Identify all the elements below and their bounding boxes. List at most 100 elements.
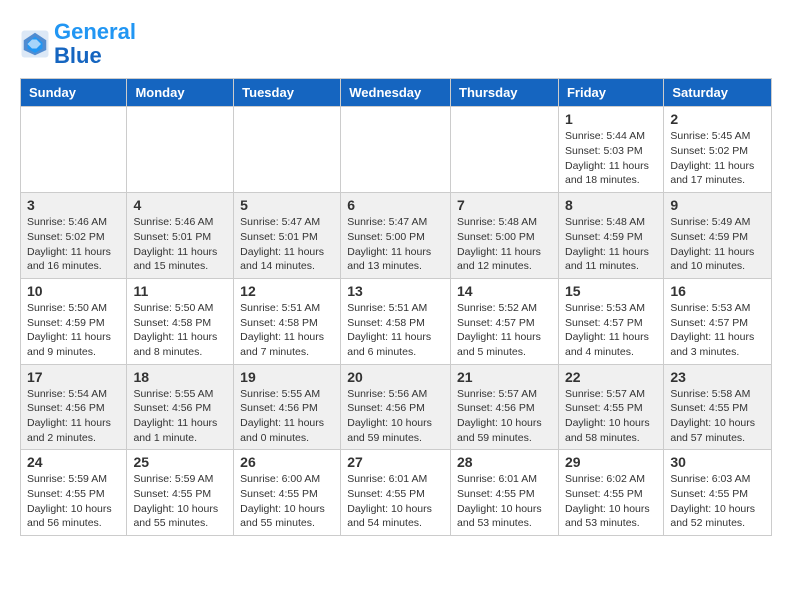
day-number: 27 [347, 454, 444, 470]
day-number: 7 [457, 197, 552, 213]
day-number: 11 [133, 283, 227, 299]
day-number: 24 [27, 454, 120, 470]
day-info: Sunrise: 5:58 AM Sunset: 4:55 PM Dayligh… [670, 387, 765, 446]
calendar-table: SundayMondayTuesdayWednesdayThursdayFrid… [20, 78, 772, 536]
day-number: 23 [670, 369, 765, 385]
calendar-cell: 27 Sunrise: 6:01 AM Sunset: 4:55 PM Dayli… [341, 450, 451, 536]
calendar-cell: 30 Sunrise: 6:03 AM Sunset: 4:55 PM Dayli… [664, 450, 772, 536]
calendar-week-3: 10Sunrise: 5:50 AM Sunset: 4:59 PM Dayli… [21, 278, 772, 364]
day-info: Sunrise: 5:52 AM Sunset: 4:57 PM Dayligh… [457, 301, 552, 360]
day-info: Sunrise: 5:46 AM Sunset: 5:01 PM Dayligh… [133, 215, 227, 274]
day-info: Sunrise: 5:48 AM Sunset: 4:59 PM Dayligh… [565, 215, 657, 274]
calendar-cell: 4 Sunrise: 5:46 AM Sunset: 5:01 PM Daylig… [127, 193, 234, 279]
day-info: Sunrise: 6:02 AM Sunset: 4:55 PM Dayligh… [565, 472, 657, 531]
calendar-cell: 7 Sunrise: 5:48 AM Sunset: 5:00 PM Daylig… [451, 193, 559, 279]
day-info: Sunrise: 5:49 AM Sunset: 4:59 PM Dayligh… [670, 215, 765, 274]
calendar-col-thursday: Thursday [451, 79, 559, 107]
calendar-col-tuesday: Tuesday [234, 79, 341, 107]
calendar-cell: 23 Sunrise: 5:58 AM Sunset: 4:55 PM Dayli… [664, 364, 772, 450]
calendar-cell: 1Sunrise: 5:44 AM Sunset: 5:03 PM Daylig… [558, 107, 663, 193]
calendar-cell: 29 Sunrise: 6:02 AM Sunset: 4:55 PM Dayli… [558, 450, 663, 536]
day-info: Sunrise: 5:53 AM Sunset: 4:57 PM Dayligh… [565, 301, 657, 360]
logo-icon [20, 29, 50, 59]
day-info: Sunrise: 5:51 AM Sunset: 4:58 PM Dayligh… [347, 301, 444, 360]
calendar-cell: 15 Sunrise: 5:53 AM Sunset: 4:57 PM Dayli… [558, 278, 663, 364]
calendar-week-1: 1Sunrise: 5:44 AM Sunset: 5:03 PM Daylig… [21, 107, 772, 193]
calendar-cell: 28Sunrise: 6:01 AM Sunset: 4:55 PM Dayli… [451, 450, 559, 536]
logo-text: General Blue [54, 20, 136, 68]
day-info: Sunrise: 6:01 AM Sunset: 4:55 PM Dayligh… [347, 472, 444, 531]
day-info: Sunrise: 5:53 AM Sunset: 4:57 PM Dayligh… [670, 301, 765, 360]
day-number: 29 [565, 454, 657, 470]
calendar-cell: 24Sunrise: 5:59 AM Sunset: 4:55 PM Dayli… [21, 450, 127, 536]
calendar-week-2: 3 Sunrise: 5:46 AM Sunset: 5:02 PM Daylig… [21, 193, 772, 279]
day-info: Sunrise: 5:45 AM Sunset: 5:02 PM Dayligh… [670, 129, 765, 188]
calendar-cell: 22 Sunrise: 5:57 AM Sunset: 4:55 PM Dayli… [558, 364, 663, 450]
calendar-cell: 11Sunrise: 5:50 AM Sunset: 4:58 PM Dayli… [127, 278, 234, 364]
day-info: Sunrise: 5:54 AM Sunset: 4:56 PM Dayligh… [27, 387, 120, 446]
calendar-cell: 3 Sunrise: 5:46 AM Sunset: 5:02 PM Daylig… [21, 193, 127, 279]
day-number: 18 [133, 369, 227, 385]
calendar-cell [341, 107, 451, 193]
day-info: Sunrise: 5:47 AM Sunset: 5:01 PM Dayligh… [240, 215, 334, 274]
calendar-cell [21, 107, 127, 193]
calendar-cell: 19 Sunrise: 5:55 AM Sunset: 4:56 PM Dayli… [234, 364, 341, 450]
day-number: 12 [240, 283, 334, 299]
day-info: Sunrise: 5:47 AM Sunset: 5:00 PM Dayligh… [347, 215, 444, 274]
day-info: Sunrise: 5:55 AM Sunset: 4:56 PM Dayligh… [240, 387, 334, 446]
day-info: Sunrise: 6:00 AM Sunset: 4:55 PM Dayligh… [240, 472, 334, 531]
calendar-col-wednesday: Wednesday [341, 79, 451, 107]
calendar-cell: 20 Sunrise: 5:56 AM Sunset: 4:56 PM Dayli… [341, 364, 451, 450]
day-number: 2 [670, 111, 765, 127]
header: General Blue [20, 20, 772, 68]
day-number: 15 [565, 283, 657, 299]
day-number: 13 [347, 283, 444, 299]
day-info: Sunrise: 5:48 AM Sunset: 5:00 PM Dayligh… [457, 215, 552, 274]
day-number: 5 [240, 197, 334, 213]
day-number: 30 [670, 454, 765, 470]
calendar-col-friday: Friday [558, 79, 663, 107]
calendar-header-row: SundayMondayTuesdayWednesdayThursdayFrid… [21, 79, 772, 107]
page: General Blue SundayMondayTuesdayWednesda… [0, 0, 792, 556]
calendar-cell: 9 Sunrise: 5:49 AM Sunset: 4:59 PM Daylig… [664, 193, 772, 279]
calendar-cell: 25Sunrise: 5:59 AM Sunset: 4:55 PM Dayli… [127, 450, 234, 536]
day-info: Sunrise: 6:03 AM Sunset: 4:55 PM Dayligh… [670, 472, 765, 531]
calendar-week-5: 24 Sunrise: 5:59 AM Sunset: 4:55 PM Dayli… [21, 450, 772, 536]
day-info: Sunrise: 5:57 AM Sunset: 4:56 PM Dayligh… [457, 387, 552, 446]
day-number: 6 [347, 197, 444, 213]
day-info: Sunrise: 5:55 AM Sunset: 4:56 PM Dayligh… [133, 387, 227, 446]
calendar-cell: 6 Sunrise: 5:47 AM Sunset: 5:00 PM Daylig… [341, 193, 451, 279]
calendar-cell: 8Sunrise: 5:48 AM Sunset: 4:59 PM Daylig… [558, 193, 663, 279]
calendar-cell: 14 Sunrise: 5:52 AM Sunset: 4:57 PM Dayli… [451, 278, 559, 364]
day-number: 14 [457, 283, 552, 299]
calendar-cell: 16 Sunrise: 5:53 AM Sunset: 4:57 PM Dayli… [664, 278, 772, 364]
calendar-week-4: 17 Sunrise: 5:54 AM Sunset: 4:56 PM Dayli… [21, 364, 772, 450]
calendar-cell: 5 Sunrise: 5:47 AM Sunset: 5:01 PM Daylig… [234, 193, 341, 279]
day-number: 9 [670, 197, 765, 213]
day-number: 19 [240, 369, 334, 385]
day-info: Sunrise: 5:57 AM Sunset: 4:55 PM Dayligh… [565, 387, 657, 446]
calendar-col-saturday: Saturday [664, 79, 772, 107]
calendar-cell: 26 Sunrise: 6:00 AM Sunset: 4:55 PM Dayli… [234, 450, 341, 536]
calendar-cell: 17 Sunrise: 5:54 AM Sunset: 4:56 PM Dayli… [21, 364, 127, 450]
day-info: Sunrise: 5:51 AM Sunset: 4:58 PM Dayligh… [240, 301, 334, 360]
day-info: Sunrise: 5:59 AM Sunset: 4:55 PM Dayligh… [133, 472, 227, 531]
day-number: 20 [347, 369, 444, 385]
day-number: 26 [240, 454, 334, 470]
day-number: 22 [565, 369, 657, 385]
day-number: 17 [27, 369, 120, 385]
day-number: 28 [457, 454, 552, 470]
day-number: 3 [27, 197, 120, 213]
calendar-cell [451, 107, 559, 193]
day-number: 4 [133, 197, 227, 213]
calendar-col-monday: Monday [127, 79, 234, 107]
day-number: 16 [670, 283, 765, 299]
calendar-cell: 10Sunrise: 5:50 AM Sunset: 4:59 PM Dayli… [21, 278, 127, 364]
calendar-cell: 21Sunrise: 5:57 AM Sunset: 4:56 PM Dayli… [451, 364, 559, 450]
calendar-cell: 13 Sunrise: 5:51 AM Sunset: 4:58 PM Dayli… [341, 278, 451, 364]
day-info: Sunrise: 5:56 AM Sunset: 4:56 PM Dayligh… [347, 387, 444, 446]
calendar-cell: 18 Sunrise: 5:55 AM Sunset: 4:56 PM Dayli… [127, 364, 234, 450]
calendar-cell [234, 107, 341, 193]
day-info: Sunrise: 5:46 AM Sunset: 5:02 PM Dayligh… [27, 215, 120, 274]
calendar-cell: 2 Sunrise: 5:45 AM Sunset: 5:02 PM Daylig… [664, 107, 772, 193]
